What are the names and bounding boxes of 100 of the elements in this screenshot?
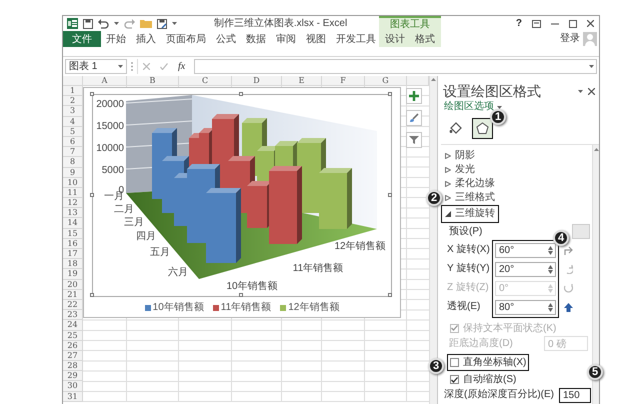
- ribbon-tab[interactable]: 视图: [301, 31, 331, 47]
- column-header[interactable]: F: [322, 76, 365, 86]
- ribbon-tab[interactable]: 公式: [211, 31, 241, 47]
- row-header[interactable]: 7: [63, 147, 83, 158]
- row-header[interactable]: 24: [63, 320, 83, 330]
- resize-handle[interactable]: [90, 293, 94, 297]
- row-header[interactable]: 10: [63, 178, 83, 188]
- row-header[interactable]: 20: [63, 280, 83, 290]
- save-icon[interactable]: [157, 18, 167, 28]
- scroll-up-icon[interactable]: [594, 148, 598, 151]
- rotate-button[interactable]: [564, 246, 573, 255]
- redo-icon[interactable]: [124, 18, 135, 28]
- section-header[interactable]: 阴影: [441, 149, 479, 163]
- ribbon-tab[interactable]: 开始: [101, 31, 131, 47]
- ribbon-tab[interactable]: 审阅: [271, 31, 301, 47]
- row-header[interactable]: 9: [63, 168, 83, 178]
- vertical-scrollbar[interactable]: [429, 76, 437, 404]
- sign-in-link[interactable]: 登录: [560, 33, 580, 45]
- row-header[interactable]: 15: [63, 228, 83, 239]
- checkbox[interactable]: [450, 358, 459, 368]
- check-icon[interactable]: [160, 63, 168, 70]
- insert-function-button[interactable]: fx: [178, 60, 186, 72]
- row-header[interactable]: 25: [63, 330, 83, 341]
- depth-field[interactable]: 150: [559, 388, 591, 403]
- row-header[interactable]: 28: [63, 361, 83, 372]
- row-header[interactable]: 5: [63, 126, 83, 137]
- section-header[interactable]: 发光: [441, 163, 479, 177]
- column-header[interactable]: B: [127, 76, 179, 86]
- column-header[interactable]: G: [365, 76, 407, 86]
- row-header[interactable]: 12: [63, 198, 83, 208]
- undo-icon[interactable]: [98, 18, 109, 28]
- chart-area[interactable]: 20000 15000 10000 5000 0 一月 二月 三月 四月 五月 六月 12年销售额 11年销售额 10年销售额 10年销售额 11年销售额 12年销售额: [83, 87, 401, 318]
- row-header[interactable]: 13: [63, 208, 83, 218]
- row-header[interactable]: 2: [63, 96, 83, 106]
- row-header[interactable]: 21: [63, 290, 83, 300]
- row-header[interactable]: 30: [63, 381, 83, 392]
- column-header[interactable]: D: [232, 76, 282, 86]
- row-header[interactable]: 19: [63, 269, 83, 280]
- resize-handle[interactable]: [239, 92, 243, 96]
- row-header[interactable]: 14: [63, 218, 83, 229]
- formula-field[interactable]: [194, 59, 597, 74]
- caret-icon[interactable]: [172, 22, 177, 25]
- caret-icon[interactable]: [589, 65, 594, 68]
- help-button[interactable]: ?: [516, 18, 522, 30]
- ribbon-display-icon[interactable]: [532, 20, 541, 28]
- resize-handle[interactable]: [90, 92, 94, 96]
- column-header[interactable]: A: [83, 76, 127, 86]
- ribbon-tab[interactable]: 插入: [131, 31, 161, 47]
- collapse-arrow-icon[interactable]: [445, 210, 451, 217]
- row-header[interactable]: 26: [63, 340, 83, 351]
- expand-arrow-icon[interactable]: [445, 167, 451, 173]
- name-box[interactable]: 图表 1: [65, 59, 127, 74]
- section-header[interactable]: 三维格式: [441, 191, 499, 205]
- caret-icon[interactable]: [578, 90, 583, 92]
- panel-scrollbar[interactable]: [592, 145, 599, 404]
- row-header[interactable]: 22: [63, 300, 83, 310]
- row-header[interactable]: 29: [63, 371, 83, 382]
- row-header[interactable]: 16: [63, 238, 83, 249]
- row-header[interactable]: 8: [63, 157, 83, 168]
- row-header[interactable]: 27: [63, 350, 83, 362]
- chart-side-button[interactable]: [406, 110, 422, 126]
- close-icon[interactable]: [587, 20, 594, 27]
- caret-icon[interactable]: [118, 65, 123, 68]
- row-header[interactable]: 11: [63, 188, 83, 198]
- row-header[interactable]: 6: [63, 136, 83, 148]
- row-header[interactable]: 18: [63, 259, 83, 270]
- row-header[interactable]: 4: [63, 116, 83, 127]
- expand-arrow-icon[interactable]: [445, 195, 451, 201]
- save-icon[interactable]: [83, 18, 93, 28]
- column-header[interactable]: C: [179, 76, 232, 86]
- maximize-icon[interactable]: [569, 20, 577, 28]
- resize-handle[interactable]: [239, 293, 243, 297]
- resize-handle[interactable]: [90, 192, 94, 196]
- checkbox[interactable]: [450, 375, 459, 384]
- column-header[interactable]: E: [282, 76, 322, 86]
- row-header[interactable]: 17: [63, 249, 83, 260]
- ribbon-tab[interactable]: 格式: [410, 31, 440, 47]
- resize-handle[interactable]: [388, 192, 392, 196]
- resize-handle[interactable]: [388, 293, 392, 297]
- scroll-up-icon[interactable]: [431, 78, 436, 81]
- caret-icon[interactable]: [114, 22, 119, 25]
- ribbon-tab[interactable]: 数据: [241, 31, 271, 47]
- section-header[interactable]: 三维旋转: [441, 204, 499, 223]
- minimize-icon[interactable]: [551, 22, 559, 24]
- chart-side-button[interactable]: [406, 132, 422, 148]
- ribbon-tab[interactable]: 设计: [380, 31, 410, 47]
- row-header[interactable]: 3: [63, 106, 83, 117]
- section-header[interactable]: 柔化边缘: [441, 177, 499, 191]
- row-header[interactable]: 31: [63, 392, 83, 402]
- ribbon-tab[interactable]: 开发工具: [331, 31, 381, 47]
- chart-side-button[interactable]: [406, 88, 422, 104]
- row-header[interactable]: 1: [63, 86, 83, 96]
- expand-arrow-icon[interactable]: [445, 181, 451, 187]
- expand-arrow-icon[interactable]: [445, 153, 451, 159]
- row-header[interactable]: 23: [63, 310, 83, 320]
- resize-handle[interactable]: [388, 92, 392, 96]
- panel-tab[interactable]: [472, 118, 493, 139]
- ribbon-tab[interactable]: 文件: [63, 31, 101, 47]
- close-icon[interactable]: [588, 88, 595, 94]
- ribbon-tab[interactable]: 页面布局: [161, 31, 211, 47]
